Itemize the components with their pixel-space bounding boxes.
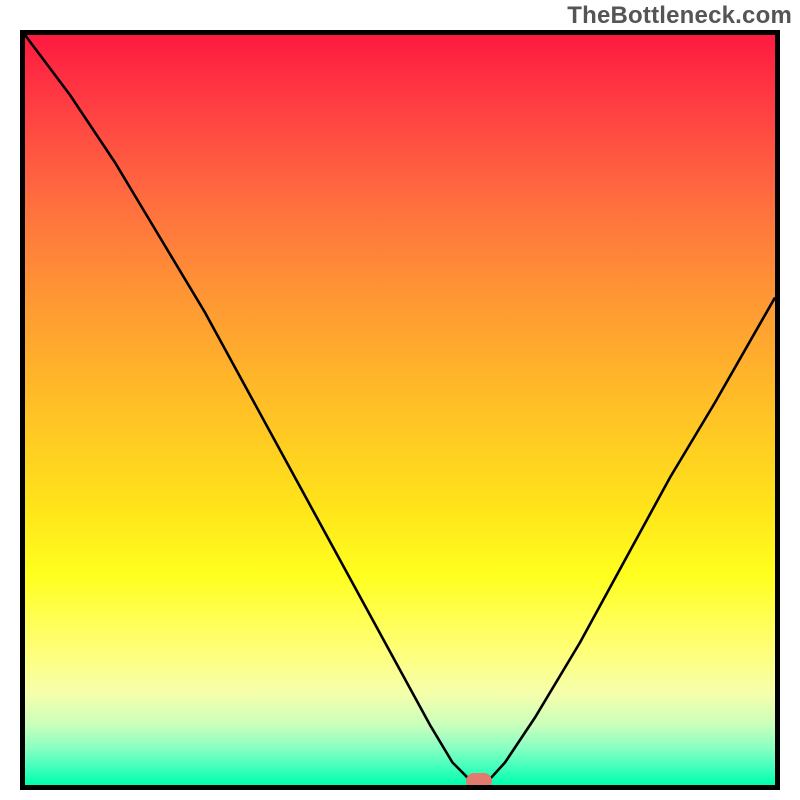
bottleneck-curve [25,35,775,785]
chart-frame [20,30,780,790]
curve-path [25,35,775,781]
optimal-marker [466,773,492,789]
watermark-text: TheBottleneck.com [567,2,792,30]
